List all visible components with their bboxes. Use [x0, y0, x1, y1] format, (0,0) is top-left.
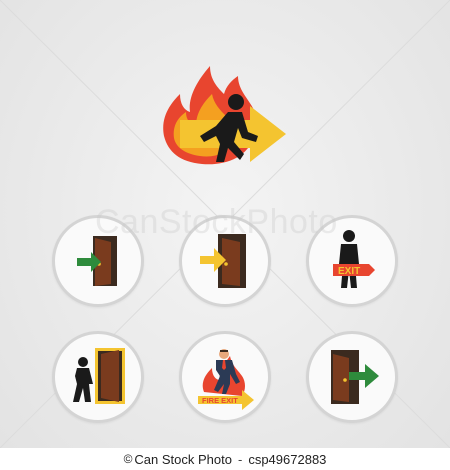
icon-circle-2	[179, 215, 271, 307]
footer-brand: Can Stock Photo	[134, 451, 232, 467]
icon-circle-4	[52, 331, 144, 423]
copyright-symbol: ©	[123, 452, 133, 466]
man-holding-exit-sign-icon: EXIT	[333, 230, 375, 288]
door-enter-arrow-icon	[77, 236, 117, 286]
footer-image-id: csp49672883	[248, 451, 327, 467]
exit-sign-label: EXIT	[338, 266, 360, 277]
canvas: EXIT FIRE EXIT CanStockPhoto © Can Stock…	[0, 0, 450, 470]
door-exit-arrow-icon	[331, 350, 379, 404]
footer: © Can Stock Photo - csp49672883	[0, 448, 450, 470]
fire-exit-running-man-icon	[163, 66, 286, 165]
fire-exit-label: FIRE EXIT	[202, 396, 238, 405]
fire-exit-man-icon: FIRE EXIT	[198, 349, 254, 410]
icon-circle-5: FIRE EXIT	[179, 331, 271, 423]
footer-separator: -	[237, 451, 243, 467]
icon-circle-6	[306, 331, 398, 423]
arrow-into-door-icon	[200, 234, 246, 288]
man-walking-to-door-icon	[73, 348, 125, 404]
icon-circle-3: EXIT	[306, 215, 398, 307]
icon-circle-1	[52, 215, 144, 307]
